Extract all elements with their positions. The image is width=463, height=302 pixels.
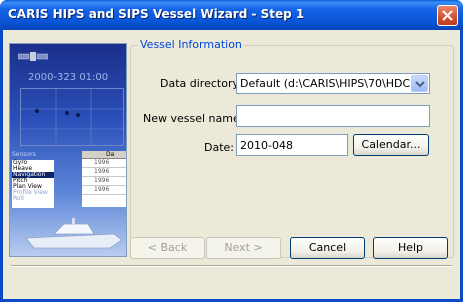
cancel-button[interactable]: Cancel xyxy=(290,237,365,259)
vessel-name-label: New vessel name: xyxy=(143,112,244,125)
date-label: Date: xyxy=(204,141,234,154)
date-input[interactable] xyxy=(236,134,348,156)
button-separator xyxy=(11,265,452,267)
dialog-client-area: 2000-323 01:00 Sensors Gyro Heave Naviga… xyxy=(3,30,460,299)
data-directory-label: Data directory: xyxy=(160,77,242,90)
table-row: 1996 xyxy=(82,168,126,177)
title-bar[interactable]: CARIS HIPS and SIPS Vessel Wizard - Step… xyxy=(0,0,463,30)
data-directory-value: Default (d:\CARIS\HIPS\70\HDCS xyxy=(240,77,410,90)
table-header: Da xyxy=(82,151,126,159)
wizard-window: CARIS HIPS and SIPS Vessel Wizard - Step… xyxy=(0,0,463,302)
calendar-button[interactable]: Calendar... xyxy=(353,134,429,156)
side-sensor-list: Gyro Heave Navigation Pitch Plan View Pr… xyxy=(12,160,54,208)
back-button[interactable]: < Back xyxy=(130,237,205,259)
dropdown-button[interactable] xyxy=(411,75,428,92)
wizard-side-image: 2000-323 01:00 Sensors Gyro Heave Naviga… xyxy=(9,43,127,257)
side-date-text: 2000-323 01:00 xyxy=(28,72,109,83)
window-title: CARIS HIPS and SIPS Vessel Wizard - Step… xyxy=(8,7,305,21)
close-icon xyxy=(442,10,453,21)
next-button[interactable]: Next > xyxy=(206,237,281,259)
group-legend: Vessel Information xyxy=(138,38,244,51)
vessel-name-input[interactable] xyxy=(236,105,430,127)
close-button[interactable] xyxy=(437,5,458,26)
table-row: 1996 xyxy=(82,177,126,186)
help-button[interactable]: Help xyxy=(373,237,448,259)
chevron-down-icon xyxy=(415,81,425,88)
vessel-icon xyxy=(25,218,123,249)
side-sensors-label: Sensors xyxy=(12,151,36,158)
list-item: Roll xyxy=(13,195,24,202)
table-row: 1996 xyxy=(82,159,126,168)
side-data-table: Da 1996 1996 1996 1996 xyxy=(82,151,126,207)
satellite-icon xyxy=(18,52,48,61)
side-chart-grid xyxy=(20,88,125,147)
table-row: 1996 xyxy=(82,186,126,195)
data-directory-select[interactable]: Default (d:\CARIS\HIPS\70\HDCS xyxy=(236,73,430,94)
